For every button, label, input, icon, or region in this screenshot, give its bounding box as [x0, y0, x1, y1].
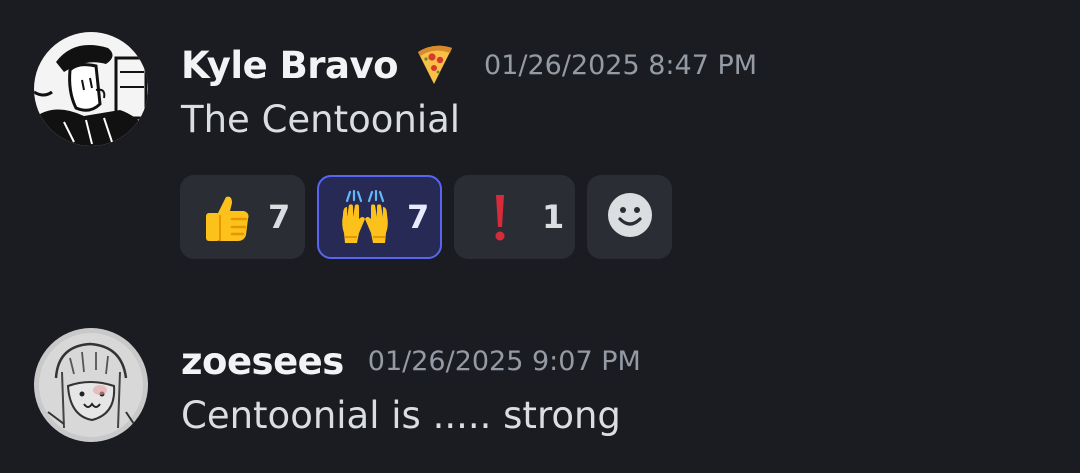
reaction-thumbs-up[interactable]: 7	[180, 175, 305, 259]
add-reaction-button[interactable]	[587, 175, 672, 259]
reactions-bar: 7 7 1	[180, 175, 672, 259]
avatar[interactable]	[34, 328, 148, 442]
message-header: Kyle Bravo 01/26/2025 8:47 PM	[181, 40, 757, 90]
username[interactable]: Kyle Bravo	[181, 44, 399, 87]
avatar-image	[34, 32, 148, 146]
reaction-exclamation[interactable]: 1	[454, 175, 575, 259]
reaction-count: 7	[268, 198, 291, 236]
avatar[interactable]	[34, 32, 148, 146]
timestamp[interactable]: 01/26/2025 8:47 PM	[484, 50, 757, 81]
message-content: The Centoonial	[181, 98, 461, 141]
pizza-icon	[412, 42, 458, 88]
raising-hands-icon	[337, 189, 393, 245]
reaction-raising-hands[interactable]: 7	[317, 175, 442, 259]
username[interactable]: zoesees	[181, 340, 344, 383]
reaction-count: 1	[542, 198, 565, 236]
message-content: Centoonial is ..... strong	[181, 394, 621, 437]
message-header: zoesees 01/26/2025 9:07 PM	[181, 336, 641, 386]
avatar-image	[34, 328, 148, 442]
reaction-count: 7	[407, 198, 430, 236]
timestamp[interactable]: 01/26/2025 9:07 PM	[368, 346, 641, 377]
smiley-add-reaction-icon	[606, 191, 654, 243]
exclamation-mark-icon	[472, 189, 528, 245]
thumbs-up-icon	[198, 189, 254, 245]
